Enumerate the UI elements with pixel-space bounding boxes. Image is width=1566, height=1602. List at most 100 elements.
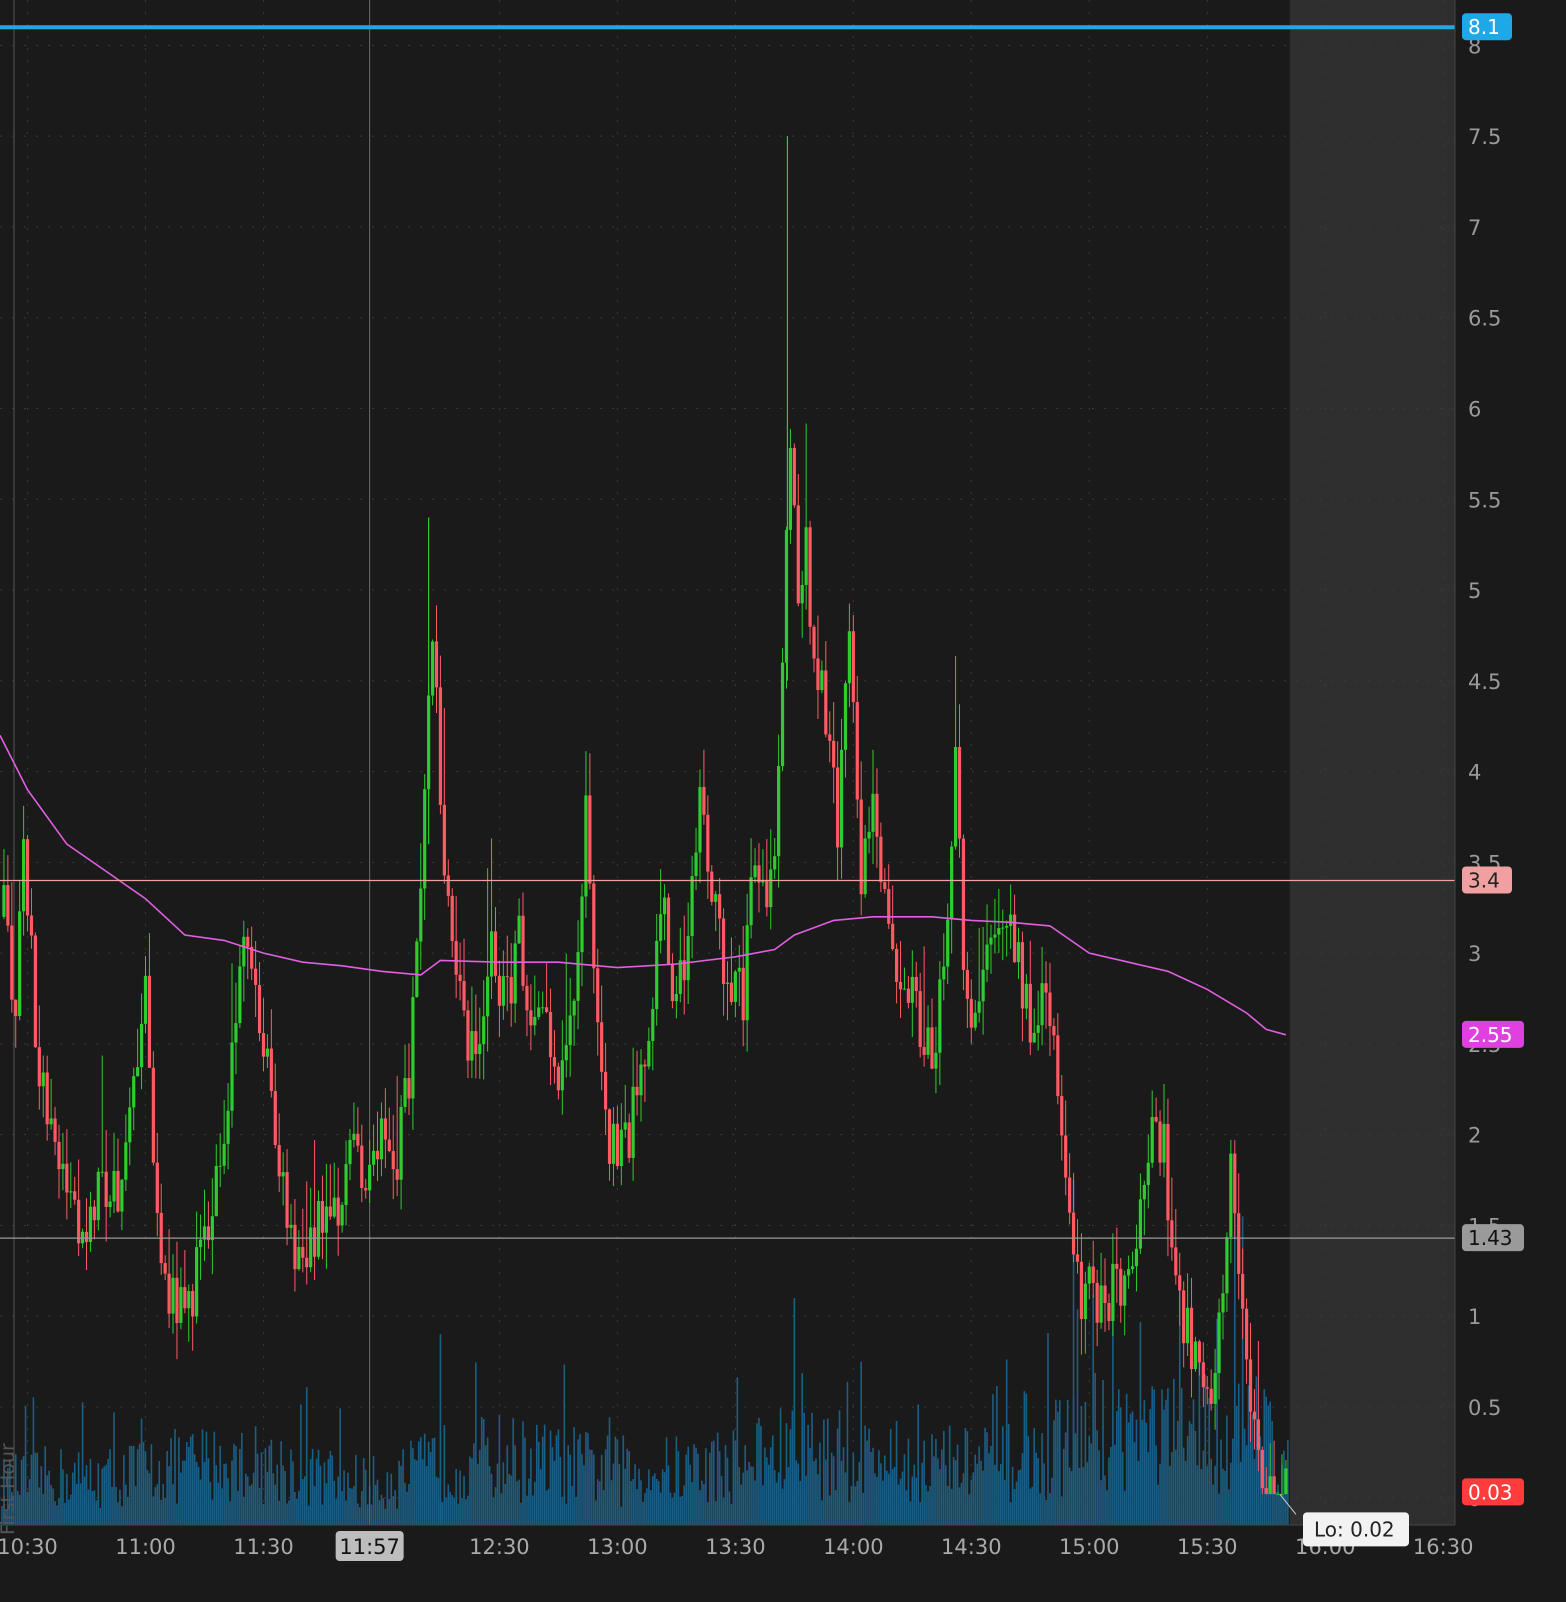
candle-body (749, 877, 753, 926)
candle-body (112, 1170, 116, 1202)
candle-body (167, 1273, 171, 1314)
candle-body (116, 1170, 120, 1212)
candle-body (33, 935, 37, 1048)
candle-body (147, 975, 152, 1068)
candle-body (1087, 1266, 1091, 1284)
candle-body (957, 746, 962, 839)
candle-body (1024, 983, 1028, 1009)
candle-body (1229, 1153, 1233, 1238)
candle-body (1079, 1261, 1084, 1319)
candle-body (493, 931, 498, 976)
candle-body (403, 1078, 407, 1107)
candle-body (309, 1227, 313, 1268)
candle-body (344, 1164, 348, 1205)
y-tick-label: 2 (1468, 1124, 1481, 1148)
candle-body (191, 1291, 195, 1317)
candle-body (501, 976, 505, 1006)
candle-body (454, 941, 458, 975)
candle-body (234, 1023, 238, 1043)
candle-body (725, 982, 730, 985)
candle-body (1032, 1032, 1036, 1043)
candle-body (871, 793, 875, 832)
y-tick-label: 7 (1468, 216, 1481, 240)
candle-body (545, 1007, 549, 1012)
candle-body (997, 928, 1001, 935)
candle-body (175, 1277, 179, 1323)
candle-body (187, 1291, 191, 1309)
candle-body (918, 991, 922, 1047)
candle-body (883, 882, 887, 890)
price-chart[interactable]: 00.511.522.533.544.555.566.577.58 10:301… (0, 0, 1566, 1598)
candle-body (1071, 1212, 1076, 1255)
candle-body (265, 1048, 270, 1057)
candle-body (607, 1109, 612, 1164)
candle-body (745, 925, 749, 1021)
candle-body (438, 687, 443, 805)
candle-body (1178, 1275, 1182, 1291)
candle-body (242, 936, 246, 967)
candle-body (1209, 1388, 1213, 1404)
candle-body (894, 948, 899, 982)
candle-body (1123, 1275, 1127, 1306)
candle-body (1115, 1263, 1119, 1269)
candle-body (887, 889, 891, 924)
candle-body (596, 968, 600, 1023)
candle-body (1201, 1362, 1205, 1388)
candle-body (1119, 1268, 1123, 1306)
candle-body (88, 1206, 93, 1242)
candle-body (104, 1171, 108, 1208)
candle-body (525, 985, 529, 1011)
candle-body (777, 766, 781, 857)
candle-body (843, 683, 848, 750)
candle-body (1020, 942, 1025, 1009)
candle-body (151, 1067, 155, 1163)
candle-body (1103, 1285, 1107, 1304)
candle-body (368, 1164, 372, 1191)
candle-body (226, 1110, 230, 1144)
candle-body (18, 911, 22, 1017)
candle-body (600, 1022, 604, 1072)
candle-body (297, 1246, 301, 1270)
candle-body (914, 976, 918, 992)
candle-body (718, 894, 722, 919)
candle-body (659, 914, 663, 941)
candle-body (533, 1016, 537, 1026)
candle-body (694, 852, 698, 877)
chart-canvas[interactable]: 00.511.522.533.544.555.566.577.58 10:301… (0, 0, 1566, 1598)
candle-body (674, 993, 678, 1002)
candle-body (1221, 1293, 1225, 1313)
candle-body (1217, 1312, 1221, 1374)
y-tick-label: 0.5 (1468, 1396, 1501, 1420)
candle-body (1060, 1096, 1064, 1136)
candle-body (792, 447, 796, 506)
price-label-3.4-text: 3.4 (1468, 869, 1500, 893)
candle-body (773, 856, 777, 870)
candle-body (804, 527, 808, 585)
candle-body (753, 865, 757, 878)
candle-body (623, 1122, 627, 1130)
candle-body (548, 1011, 553, 1058)
y-tick-label: 6.5 (1468, 307, 1501, 331)
candle-body (1134, 1248, 1139, 1267)
candle-body (1213, 1373, 1217, 1404)
candle-body (462, 981, 466, 1011)
candle-body (647, 1040, 651, 1067)
candle-body (934, 1052, 938, 1069)
candle-body (1001, 927, 1005, 929)
candle-body (238, 966, 242, 1024)
candle-body (37, 1047, 41, 1087)
candle-body (69, 1191, 73, 1193)
candle-body (61, 1163, 65, 1170)
lo-label: Lo: 0.02 (1314, 1517, 1395, 1541)
candle-body (639, 1064, 643, 1096)
x-tick-label: 10:30 (0, 1535, 58, 1559)
candle-body (651, 1009, 655, 1041)
candle-body (1225, 1237, 1229, 1294)
candle-body (478, 1044, 482, 1055)
candle-body (143, 975, 148, 1024)
candle-body (1068, 1177, 1072, 1213)
candle-body (564, 1045, 568, 1061)
candle-body (77, 1199, 81, 1244)
candle-body (875, 793, 879, 837)
candle-body (84, 1231, 89, 1242)
